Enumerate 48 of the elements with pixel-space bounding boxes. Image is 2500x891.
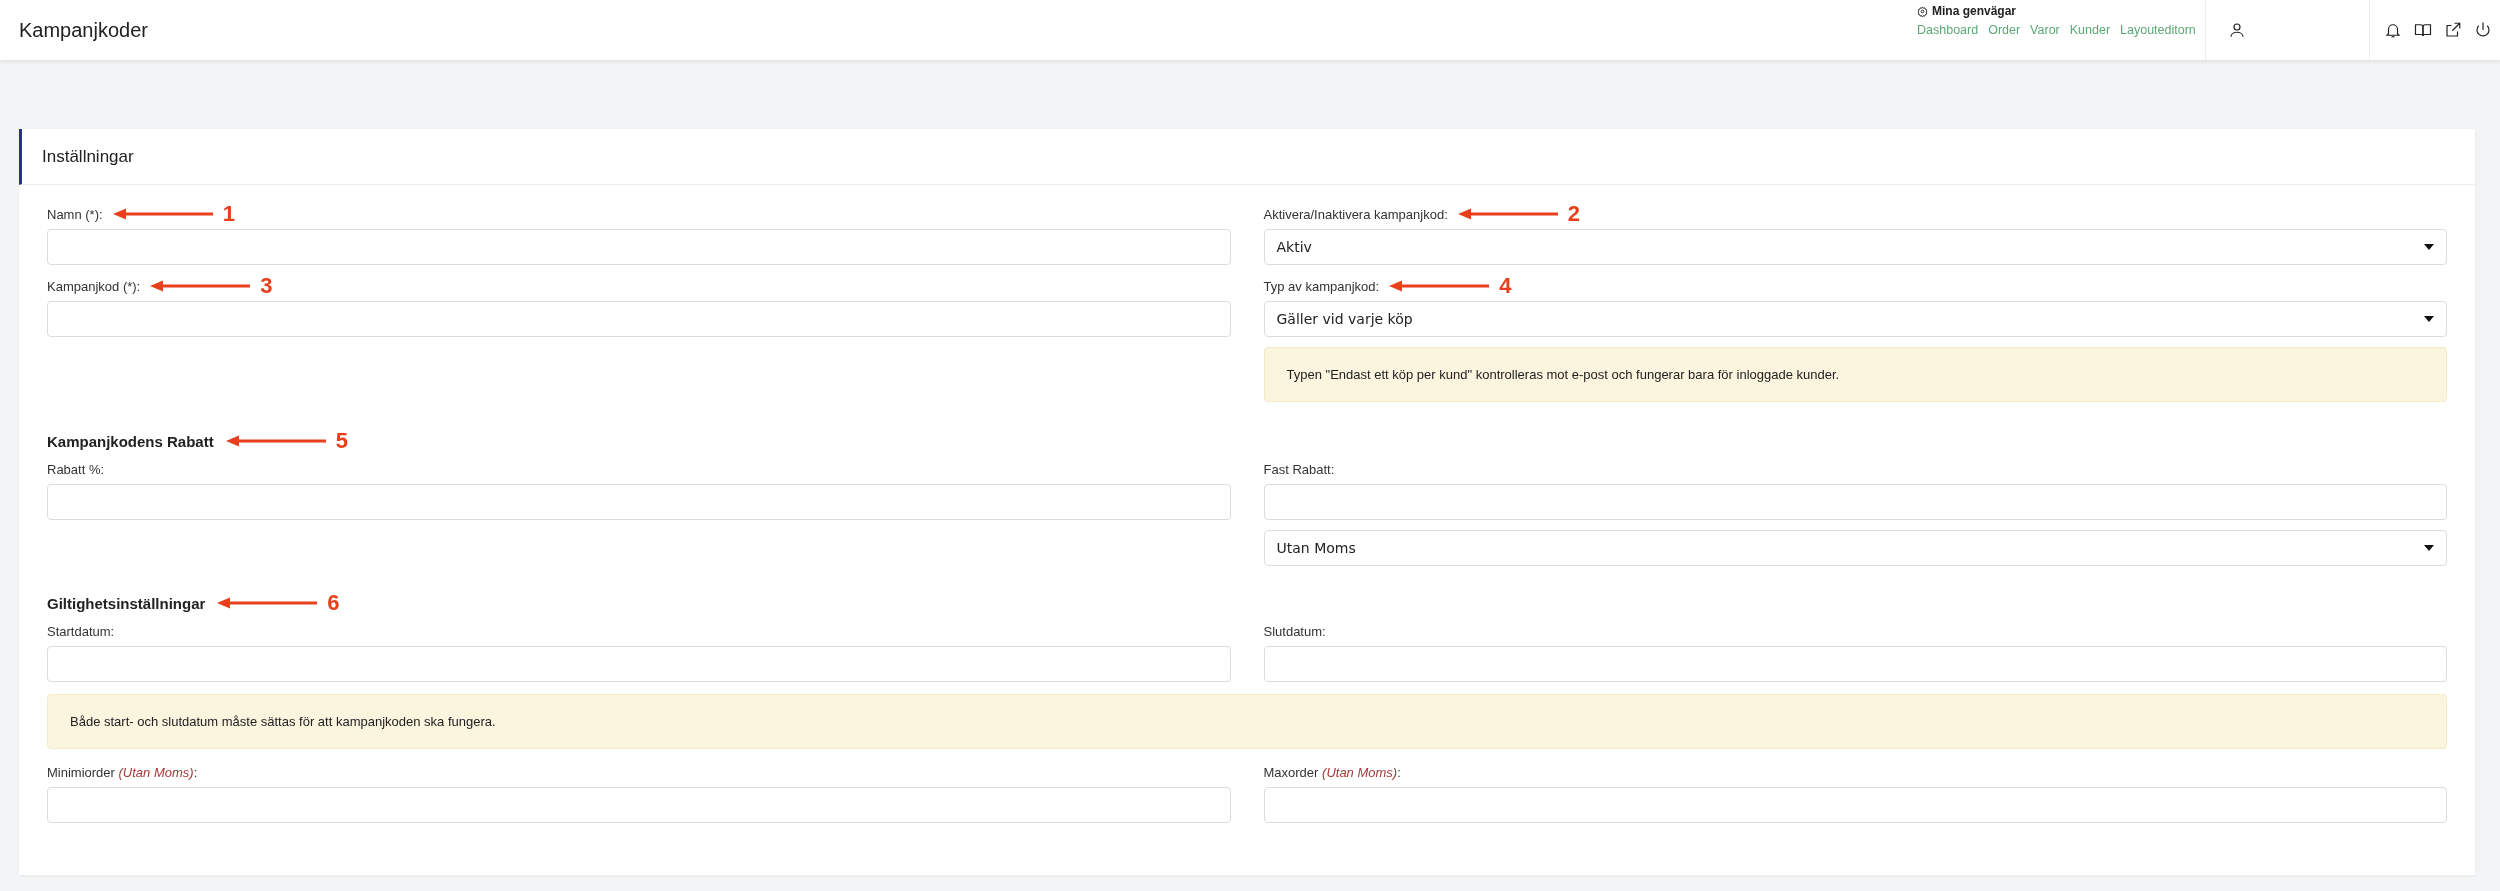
power-icon[interactable]: [2474, 21, 2492, 39]
field-label: Aktivera/Inaktivera kampanjkod:: [1263, 206, 1448, 222]
field-label: Slutdatum:: [1263, 623, 1326, 639]
text-input[interactable]: [47, 787, 1231, 823]
dropdown[interactable]: Utan Moms: [1263, 530, 2447, 566]
shortcut-link[interactable]: Order: [1988, 23, 2021, 37]
info-alert: Både start- och slutdatum måste sättas för att kampanjkoden ska fungera.: [47, 694, 2447, 749]
shortcut-link[interactable]: Kunder: [2069, 23, 2111, 37]
section-heading: Giltighetsinställningar: [47, 594, 206, 612]
caret-icon: [2424, 545, 2434, 551]
annotation-number: 6: [327, 590, 340, 616]
annotation-number: 1: [222, 201, 235, 227]
page-title: Kampanjkoder: [19, 18, 148, 42]
user-icon[interactable]: [2228, 21, 2246, 39]
external-link-icon[interactable]: [2444, 21, 2462, 39]
field-label: Startdatum:: [47, 623, 115, 639]
gear-icon: [1917, 5, 1928, 17]
book-icon[interactable]: [2414, 21, 2432, 39]
field-label: Typ av kampanjkod:: [1263, 278, 1380, 294]
dropdown[interactable]: Aktiv: [1263, 229, 2447, 265]
text-input[interactable]: [47, 646, 1231, 682]
shortcut-link[interactable]: Layouteditorn: [2120, 23, 2196, 37]
caret-icon: [2424, 316, 2434, 322]
dropdown[interactable]: Gäller vid varje köp: [1263, 301, 2447, 337]
shortcuts-title: Mina genvägar: [1932, 4, 2017, 18]
card-title: Inställningar: [42, 146, 134, 167]
section-heading: Kampanjkodens Rabatt: [47, 432, 214, 450]
field-label: Minimiorder (Utan Moms):: [47, 764, 198, 780]
annotation-number: 5: [335, 428, 348, 454]
text-input[interactable]: [1263, 646, 2447, 682]
caret-icon: [2424, 244, 2434, 250]
annotation-number: 2: [1567, 201, 1580, 227]
field-label: Rabatt %:: [47, 461, 105, 477]
text-input[interactable]: [1263, 484, 2447, 520]
annotation-number: 4: [1499, 273, 1512, 299]
annotation-number: 3: [260, 273, 273, 299]
field-label: Namn (*):: [47, 206, 103, 222]
field-label: Fast Rabatt:: [1263, 461, 1335, 477]
field-label: Maxorder (Utan Moms):: [1263, 764, 1401, 780]
field-label: Kampanjkod (*):: [47, 278, 141, 294]
shortcut-link[interactable]: Dashboard: [1917, 23, 1979, 37]
text-input[interactable]: [1263, 787, 2447, 823]
text-input[interactable]: [47, 301, 1231, 337]
text-input[interactable]: [47, 484, 1231, 520]
info-alert: Typen "Endast ett köp per kund" kontrolleras mot e-post och fungerar bara för inloggade kunder.: [1263, 347, 2447, 402]
text-input[interactable]: [47, 229, 1231, 265]
shortcut-link[interactable]: Varor: [2030, 23, 2060, 37]
notification-bell-icon[interactable]: [2384, 21, 2402, 39]
